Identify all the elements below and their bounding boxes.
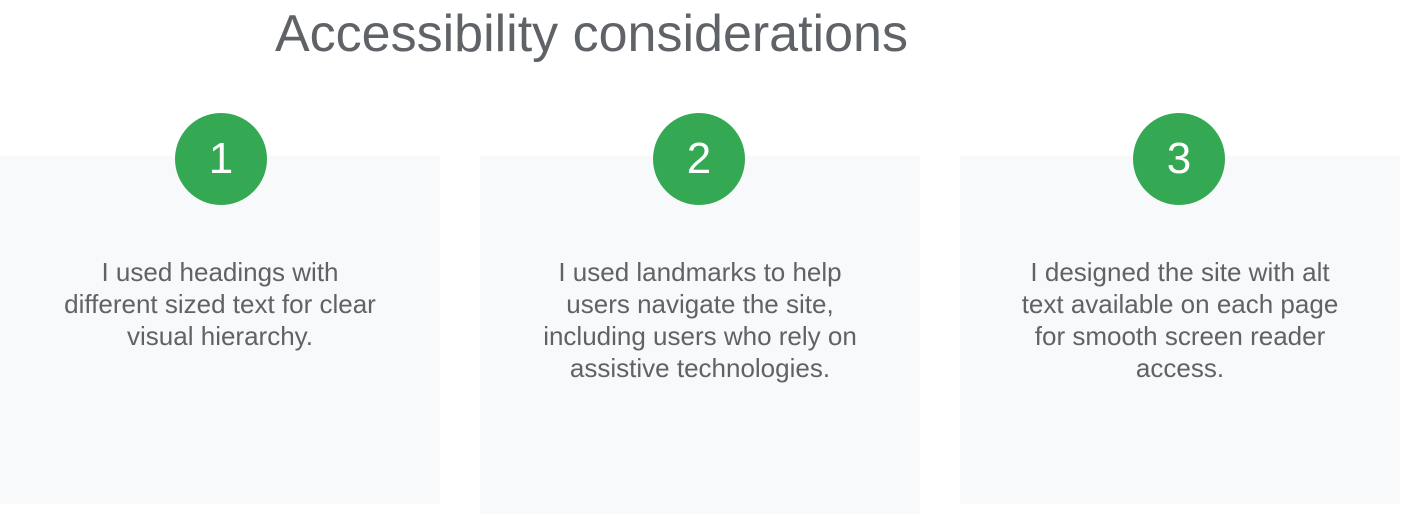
number-badge-1: 1 (175, 113, 267, 205)
number-badge-2: 2 (653, 113, 745, 205)
card-3-text: I designed the site with alt text availa… (1021, 257, 1339, 383)
card-1-text: I used headings with different sized tex… (64, 257, 376, 351)
consideration-card-3: I designed the site with alt text availa… (960, 156, 1400, 504)
consideration-card-2: I used landmarks to help users navigate … (480, 156, 920, 514)
page-title: Accessibility considerations (275, 5, 908, 63)
consideration-card-1: I used headings with different sized tex… (0, 156, 440, 504)
number-badge-3: 3 (1133, 113, 1225, 205)
card-2-text: I used landmarks to help users navigate … (543, 257, 857, 383)
